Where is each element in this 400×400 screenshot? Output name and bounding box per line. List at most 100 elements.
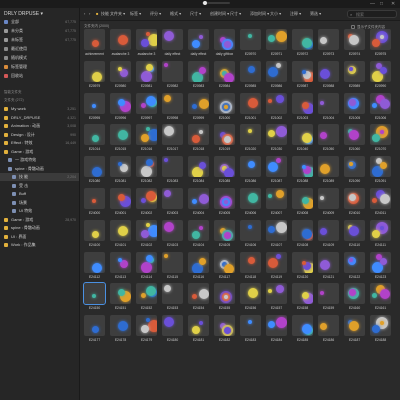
asset-tile[interactable]: E24122 xyxy=(344,251,365,282)
asset-tile[interactable]: E24154 xyxy=(188,283,209,313)
asset-tile[interactable]: daily effect xyxy=(162,29,183,59)
asset-thumbnail[interactable] xyxy=(370,251,391,273)
asset-thumbnail[interactable] xyxy=(188,124,209,146)
filter-dropdown[interactable]: 大小 ▾ xyxy=(270,11,281,17)
asset-tile[interactable]: E24182 xyxy=(214,315,235,345)
asset-tile[interactable]: E20985 xyxy=(240,60,261,91)
asset-tile[interactable]: E20982 xyxy=(162,60,183,91)
asset-tile[interactable]: E20999 xyxy=(188,92,209,123)
asset-tile[interactable]: E21020 xyxy=(240,124,261,154)
asset-thumbnail[interactable] xyxy=(188,283,209,305)
filter-dropdown[interactable]: 尺寸 ▾ xyxy=(230,11,241,17)
asset-thumbnail[interactable] xyxy=(162,92,183,114)
asset-thumbnail[interactable] xyxy=(292,283,313,305)
asset-tile[interactable]: E21085 xyxy=(214,156,235,186)
asset-thumbnail[interactable] xyxy=(188,29,209,50)
asset-tile[interactable]: E24112 xyxy=(84,251,105,282)
asset-tile[interactable]: E20990 xyxy=(370,60,391,91)
asset-thumbnail[interactable] xyxy=(240,156,261,178)
asset-tile[interactable]: E24188 xyxy=(370,315,391,345)
asset-tile[interactable]: E20997 xyxy=(136,92,157,123)
asset-thumbnail[interactable] xyxy=(318,188,339,209)
asset-thumbnail[interactable] xyxy=(292,60,313,82)
asset-thumbnail[interactable] xyxy=(136,92,157,114)
asset-tile[interactable]: E24003 xyxy=(162,188,183,218)
asset-tile[interactable]: E24118 xyxy=(240,251,261,282)
asset-tile[interactable]: E21001 xyxy=(240,92,261,123)
asset-tile[interactable]: E24121 xyxy=(318,251,339,282)
filter-dropdown[interactable]: 创建时间 ▾ xyxy=(210,11,229,17)
asset-thumbnail[interactable] xyxy=(266,92,287,114)
asset-tile[interactable]: E21006 xyxy=(370,92,391,123)
asset-tile[interactable]: E20971 xyxy=(266,29,287,59)
asset-tile[interactable]: E24104 xyxy=(188,219,209,250)
asset-tile[interactable]: E24156 xyxy=(240,283,261,313)
asset-tile[interactable]: E21019 xyxy=(214,124,235,154)
asset-tile[interactable]: E24150 xyxy=(83,282,106,313)
asset-tile[interactable]: avalanche 3 xyxy=(110,29,131,59)
asset-thumbnail[interactable] xyxy=(188,315,209,337)
asset-thumbnail[interactable] xyxy=(84,156,105,178)
close-button[interactable]: ✕ xyxy=(391,1,395,7)
asset-tile[interactable]: E20980 xyxy=(110,60,131,91)
minimize-button[interactable]: — xyxy=(370,1,375,7)
asset-thumbnail[interactable] xyxy=(188,156,209,178)
asset-tile[interactable]: E21091 xyxy=(370,156,391,186)
asset-tile[interactable]: E20996 xyxy=(110,92,131,123)
asset-thumbnail[interactable] xyxy=(370,60,391,82)
asset-thumbnail[interactable] xyxy=(214,188,235,209)
asset-tile[interactable]: E24183 xyxy=(240,315,261,345)
asset-thumbnail[interactable] xyxy=(110,60,131,82)
folder-item[interactable]: Game : 游戏 xyxy=(0,148,79,156)
asset-thumbnail[interactable] xyxy=(318,156,339,178)
asset-tile[interactable]: E24181 xyxy=(188,315,209,345)
asset-thumbnail[interactable] xyxy=(292,124,313,146)
asset-tile[interactable]: E20984 xyxy=(214,60,235,91)
asset-tile[interactable]: E20979 xyxy=(84,60,105,91)
asset-tile[interactable]: E24009 xyxy=(318,188,339,218)
asset-thumbnail[interactable] xyxy=(292,188,313,209)
asset-tile[interactable]: E20989 xyxy=(344,60,365,91)
asset-thumbnail[interactable] xyxy=(240,188,261,209)
asset-tile[interactable]: E21014 xyxy=(84,124,105,154)
asset-tile[interactable]: E21003 xyxy=(292,92,313,123)
asset-tile[interactable]: E21087 xyxy=(266,156,287,186)
asset-thumbnail[interactable] xyxy=(240,283,261,305)
asset-tile[interactable]: E20986 xyxy=(266,60,287,91)
asset-tile[interactable]: E21018 xyxy=(188,124,209,154)
asset-tile[interactable]: E24151 xyxy=(110,283,131,313)
asset-thumbnail[interactable] xyxy=(84,188,105,209)
asset-tile[interactable]: E21080 xyxy=(84,156,105,186)
asset-tile[interactable]: E24006 xyxy=(240,188,261,218)
asset-tile[interactable]: E21060 xyxy=(344,124,365,154)
asset-tile[interactable]: E24100 xyxy=(84,219,105,250)
asset-tile[interactable]: E20987 xyxy=(292,60,313,91)
asset-tile[interactable]: E24115 xyxy=(162,251,183,282)
asset-thumbnail[interactable] xyxy=(162,29,183,50)
asset-tile[interactable]: E24007 xyxy=(266,188,287,218)
asset-thumbnail[interactable] xyxy=(318,315,339,337)
asset-tile[interactable]: E21081 xyxy=(110,156,131,186)
asset-thumbnail[interactable] xyxy=(136,283,157,305)
asset-thumbnail[interactable] xyxy=(318,29,339,50)
asset-tile[interactable]: E24110 xyxy=(344,219,365,250)
asset-tile[interactable]: E24184 xyxy=(266,315,287,345)
asset-thumbnail[interactable] xyxy=(84,124,105,146)
asset-thumbnail[interactable] xyxy=(344,156,365,178)
asset-tile[interactable]: E24109 xyxy=(318,219,339,250)
asset-tile[interactable]: E24186 xyxy=(318,315,339,345)
asset-tile[interactable]: E21017 xyxy=(162,124,183,154)
asset-thumbnail[interactable] xyxy=(84,29,105,50)
asset-thumbnail[interactable] xyxy=(240,29,261,50)
asset-tile[interactable]: E21084 xyxy=(188,156,209,186)
library-switcher[interactable]: DRLY DRPUSE ▾ xyxy=(4,11,43,17)
asset-thumbnail[interactable] xyxy=(188,251,209,273)
asset-thumbnail[interactable] xyxy=(318,60,339,82)
filter-dropdown[interactable]: 添加时间 ▾ xyxy=(250,11,269,17)
asset-thumbnail[interactable] xyxy=(136,219,157,241)
folder-item[interactable]: 受 击 xyxy=(0,182,79,190)
asset-tile[interactable]: E20975 xyxy=(370,29,391,59)
asset-thumbnail[interactable] xyxy=(110,124,131,146)
asset-tile[interactable]: E24157 xyxy=(266,283,287,313)
asset-tile[interactable]: E21004 xyxy=(318,92,339,123)
